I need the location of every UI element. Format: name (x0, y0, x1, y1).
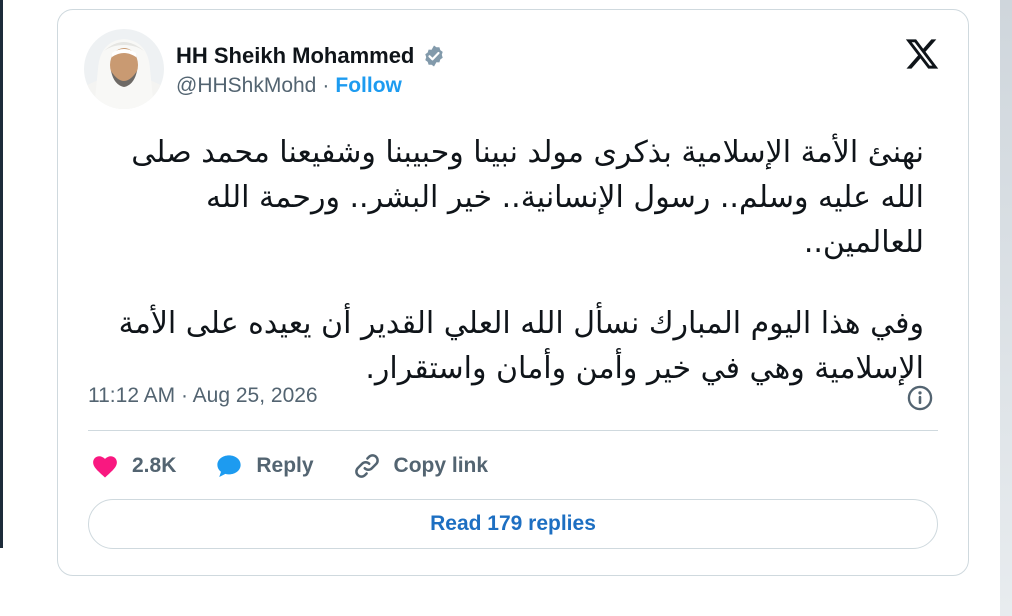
reply-button[interactable]: Reply (214, 451, 314, 481)
author-handle[interactable]: @HHShkMohd (176, 74, 316, 98)
heart-icon (93, 456, 117, 478)
avatar[interactable] (84, 29, 164, 109)
tweet-paragraph: وفي هذا اليوم المبارك نسأل الله العلي ال… (118, 306, 924, 386)
author-handle-row: @HHShkMohd · Follow (176, 74, 402, 98)
read-replies-button[interactable]: Read 179 replies (88, 499, 938, 549)
like-count: 2.8K (132, 454, 177, 477)
link-icon (354, 454, 379, 478)
tweet-timestamp[interactable]: 11:12 AM · Aug 25, 2026 (88, 384, 318, 408)
reply-bubble-icon (217, 455, 241, 477)
x-logo-icon[interactable] (904, 36, 940, 72)
reply-label: Reply (256, 454, 314, 477)
tweet-text: نهنئ الأمة الإسلامية بذكرى مولد نبينا وح… (88, 130, 924, 391)
action-bar: 2.8K Reply Copy link (90, 446, 488, 486)
follow-button[interactable]: Follow (335, 74, 402, 98)
divider (88, 430, 938, 431)
author-name-row: HH Sheikh Mohammed (176, 38, 446, 74)
author-name[interactable]: HH Sheikh Mohammed (176, 43, 414, 69)
separator-dot: · (322, 74, 330, 97)
tweet-paragraph: نهنئ الأمة الإسلامية بذكرى مولد نبينا وح… (131, 135, 924, 260)
verified-badge-icon (422, 44, 446, 68)
info-icon[interactable] (906, 384, 934, 412)
copy-link-label: Copy link (393, 454, 489, 477)
like-button[interactable]: 2.8K (90, 451, 176, 481)
tweet-card: HH Sheikh Mohammed @HHShkMohd · Follow ن… (57, 9, 969, 576)
left-edge-strip (0, 0, 3, 548)
copy-link-button[interactable]: Copy link (352, 451, 489, 481)
right-edge-strip (1000, 0, 1012, 616)
